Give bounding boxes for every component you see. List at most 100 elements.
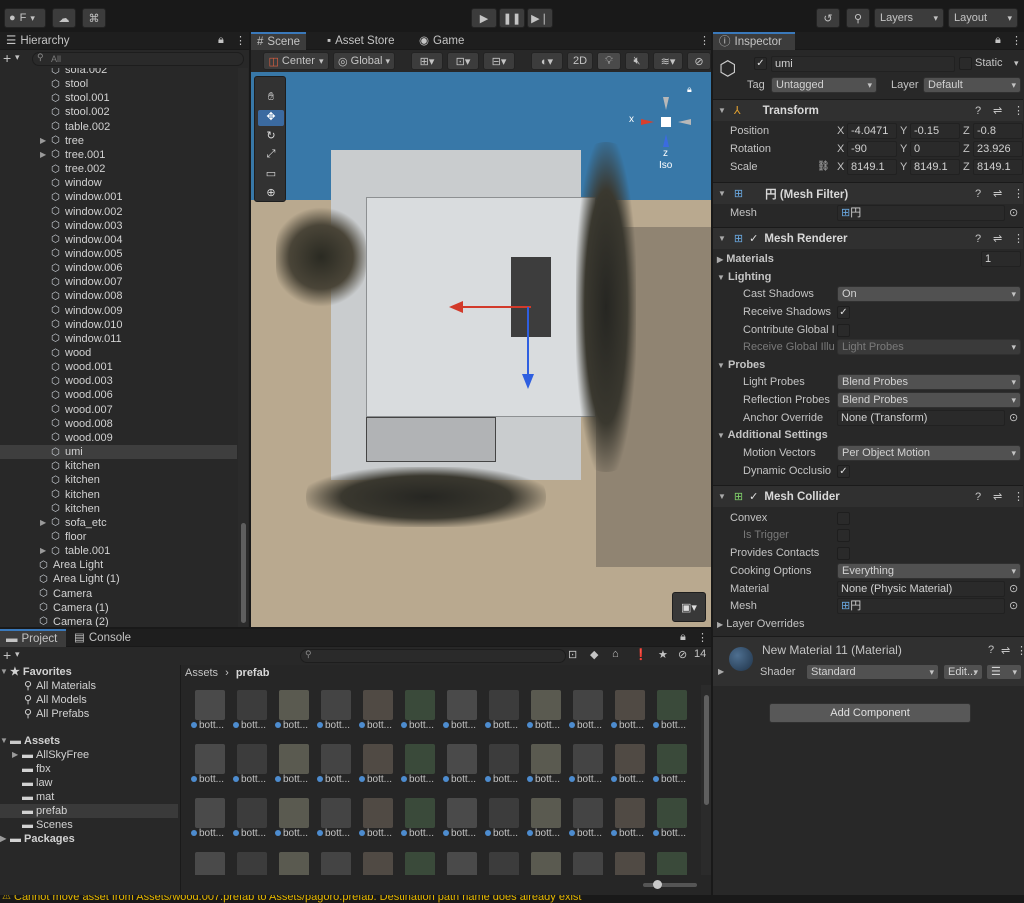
contribute-gi-checkbox[interactable] <box>837 324 850 337</box>
asset-item[interactable]: bott... <box>401 690 439 740</box>
mesh-collider-checkbox[interactable]: ✓ <box>749 490 758 503</box>
convex-checkbox[interactable] <box>837 512 850 525</box>
preset-icon[interactable]: ⇌ <box>1001 644 1010 657</box>
asset-item[interactable]: bott... <box>611 744 649 794</box>
object-picker-icon[interactable]: ⊙ <box>1009 582 1018 595</box>
hierarchy-item[interactable]: ⬡ window.008 <box>50 289 122 303</box>
asset-item[interactable] <box>485 852 523 875</box>
asset-item[interactable]: bott... <box>401 798 439 848</box>
asset-item[interactable]: bott... <box>569 744 607 794</box>
account-button[interactable]: ● F ▾ <box>4 8 46 28</box>
favorites-foldout[interactable]: ▼ ★ Favorites <box>0 665 72 679</box>
asset-grid-scrollbar[interactable] <box>701 685 711 875</box>
asset-item[interactable] <box>233 852 271 875</box>
space-dropdown[interactable]: ◎ Global ▾ <box>333 52 395 70</box>
asset-item[interactable]: bott... <box>317 744 355 794</box>
asset-item[interactable]: bott... <box>527 798 565 848</box>
effects-dropdown[interactable]: ≋▾ <box>653 52 683 70</box>
hierarchy-item[interactable]: ⬡ wood.006 <box>50 388 113 402</box>
hierarchy-item[interactable]: ⬡ window.011 <box>50 332 122 346</box>
asset-item[interactable]: bott... <box>485 798 523 848</box>
lock-icon[interactable]: 🔒︎ <box>218 34 224 47</box>
mesh-collider-header[interactable]: ▼ ⊞ ✓ Mesh Collider ? ⇌ ⋮ <box>713 485 1024 507</box>
receive-shadows-checkbox[interactable]: ✓ <box>837 306 850 319</box>
transform-z-field[interactable]: -0.8 <box>973 123 1023 139</box>
transform-y-field[interactable]: 0 <box>910 141 960 157</box>
transform-x-field[interactable]: -90 <box>847 141 897 157</box>
hierarchy-item[interactable]: ⬡ Area Light (1) <box>38 572 120 586</box>
hierarchy-item[interactable]: ⬡ stool <box>50 77 88 91</box>
help-icon[interactable]: ? <box>975 188 981 200</box>
lighting-foldout[interactable]: ▼ Lighting <box>717 269 771 285</box>
materials-count-field[interactable]: 1 <box>981 251 1021 267</box>
hierarchy-search-input[interactable]: ⚲ All <box>32 52 244 66</box>
asset-item[interactable] <box>443 852 481 875</box>
asset-item[interactable]: bott... <box>359 690 397 740</box>
hierarchy-item[interactable]: ⬡ table.002 <box>50 120 110 134</box>
status-message[interactable]: Cannot move asset from Assets/wood.007.p… <box>14 895 581 903</box>
materials-foldout[interactable]: ▶ Materials <box>717 251 774 267</box>
hierarchy-item[interactable]: ▶ ⬡ tree <box>40 134 84 148</box>
axis-x-label[interactable]: X <box>837 141 844 157</box>
audio-toggle[interactable]: 🔇︎ <box>625 52 649 70</box>
add-icon[interactable]: + <box>3 647 11 663</box>
play-button[interactable]: ▶ <box>471 8 497 28</box>
light-probes-dropdown[interactable]: Blend Probes <box>837 374 1021 390</box>
transform-header[interactable]: ▼ ⅄ Transform ? ⇌ ⋮ <box>713 99 1024 121</box>
step-button[interactable]: ▶❘ <box>527 8 553 28</box>
chevron-right-icon[interactable]: ▶ <box>40 148 50 162</box>
hierarchy-item[interactable]: ⬡ window.001 <box>50 190 122 204</box>
collab-button[interactable]: ⌘ <box>82 8 106 28</box>
asset-item[interactable] <box>653 852 691 875</box>
help-icon[interactable]: ? <box>988 644 994 656</box>
add-icon[interactable]: + <box>3 50 11 66</box>
hierarchy-item[interactable]: ⬡ window.006 <box>50 261 122 275</box>
help-icon[interactable]: ? <box>975 233 981 245</box>
chevron-right-icon[interactable]: ▶ <box>718 667 724 676</box>
tab-asset-store[interactable]: ▪ Asset Store <box>321 32 401 50</box>
provides-contacts-checkbox[interactable] <box>837 547 850 560</box>
scale-tool[interactable]: ⤢ <box>258 148 284 164</box>
hierarchy-item[interactable]: ⬡ window.004 <box>50 233 122 247</box>
folder-fbx[interactable]: ▬ fbx <box>22 762 51 776</box>
axis-z-label[interactable]: Z <box>963 123 970 139</box>
transform-y-field[interactable]: 8149.1 <box>910 159 960 175</box>
shader-options-button[interactable]: ☰ <box>986 664 1022 680</box>
more-icon[interactable]: ⋮ <box>697 631 708 644</box>
asset-grid-scroll-thumb[interactable] <box>704 695 709 805</box>
asset-item[interactable]: bott... <box>569 690 607 740</box>
help-icon[interactable]: ? <box>975 491 981 503</box>
asset-item[interactable]: bott... <box>485 744 523 794</box>
hierarchy-item[interactable]: ⬡ Camera (1) <box>38 601 109 615</box>
hierarchy-item[interactable]: ⬡ wood.003 <box>50 374 113 388</box>
chevron-down-icon[interactable]: ▾ <box>1014 58 1019 69</box>
search-button[interactable]: ⚲ <box>846 8 870 28</box>
draw-mode-button[interactable]: ◐▾ <box>531 52 563 70</box>
asset-item[interactable]: bott... <box>317 690 355 740</box>
asset-item[interactable] <box>359 852 397 875</box>
asset-item[interactable]: bott... <box>233 798 271 848</box>
tag-dropdown[interactable]: Untagged <box>771 77 877 93</box>
chevron-down-icon[interactable]: ▾ <box>15 649 20 660</box>
asset-item[interactable]: bott... <box>443 690 481 740</box>
asset-item[interactable]: bott... <box>233 690 271 740</box>
warning-icon[interactable]: ❗ <box>634 648 648 661</box>
axis-z-label[interactable]: Z <box>963 141 970 157</box>
hand-tool[interactable]: ✋︎ <box>258 91 284 107</box>
lock-icon[interactable]: 🔒︎ <box>680 631 686 644</box>
asset-item[interactable] <box>191 852 229 875</box>
asset-item[interactable]: bott... <box>653 690 691 740</box>
transform-tool[interactable]: ⊕ <box>258 186 284 202</box>
asset-item[interactable]: bott... <box>527 744 565 794</box>
mesh-renderer-header[interactable]: ▼ ⊞ ✓ Mesh Renderer ? ⇌ ⋮ <box>713 227 1024 249</box>
asset-item[interactable]: bott... <box>359 744 397 794</box>
asset-item[interactable]: bott... <box>275 744 313 794</box>
folder-law[interactable]: ▬ law <box>22 776 53 790</box>
asset-item[interactable] <box>401 852 439 875</box>
preset-icon[interactable]: ⇌ <box>993 187 1002 200</box>
history-button[interactable]: ↺ <box>816 8 840 28</box>
hierarchy-item[interactable]: ▶ ⬡ tree.001 <box>40 148 105 162</box>
object-picker-icon[interactable]: ⊙ <box>1009 206 1018 219</box>
hierarchy-item[interactable]: ⬡ window <box>50 176 102 190</box>
asset-item[interactable] <box>569 852 607 875</box>
